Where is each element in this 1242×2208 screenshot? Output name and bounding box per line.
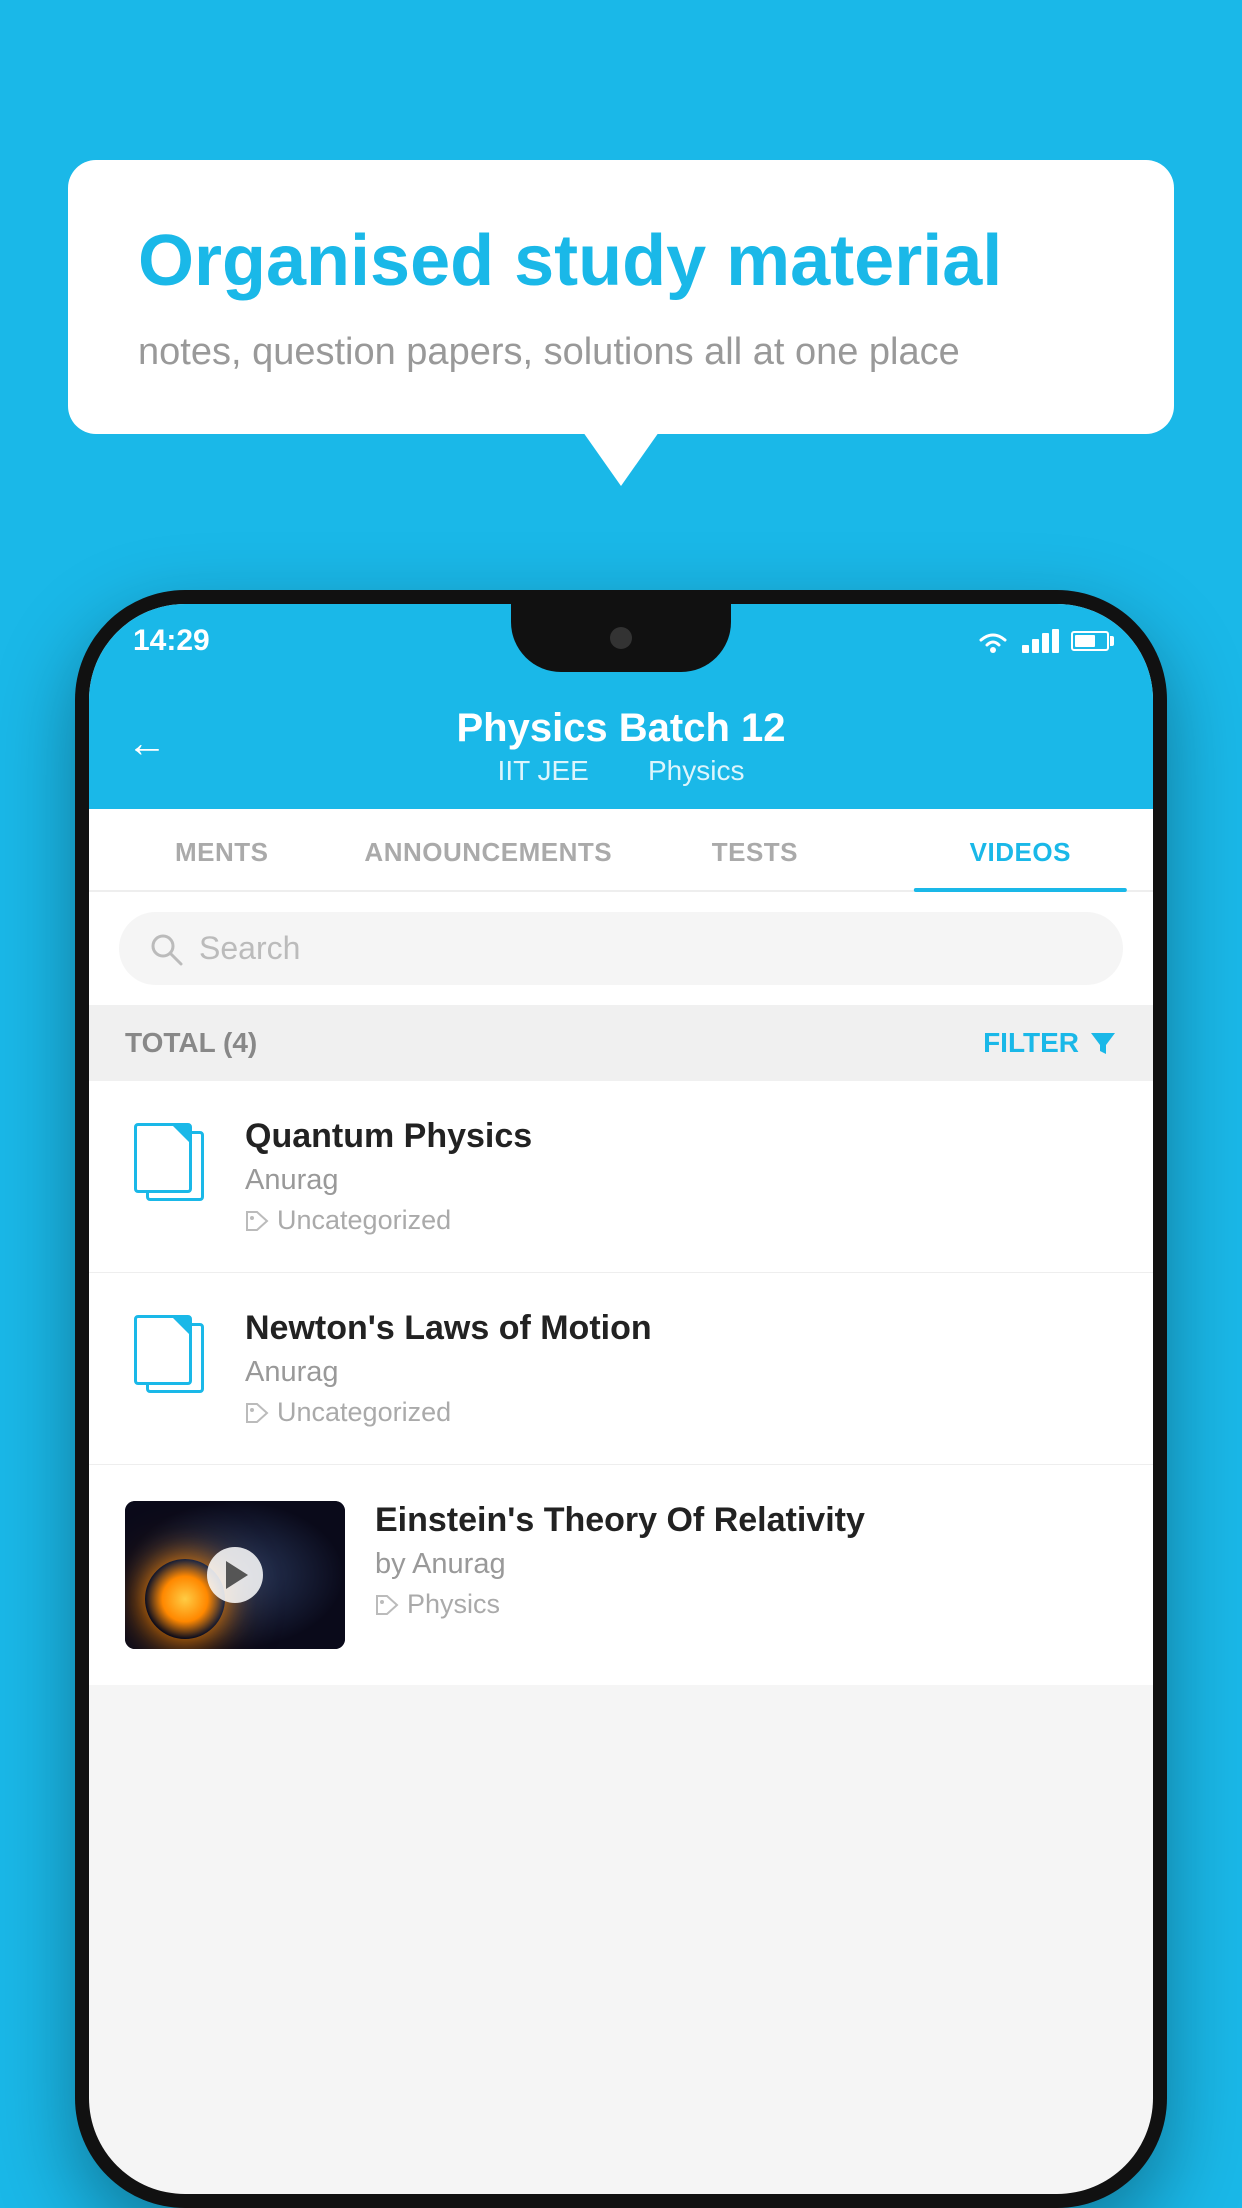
tag-label: Uncategorized xyxy=(277,1205,451,1236)
header-subtitle: IIT JEE Physics xyxy=(484,755,759,787)
tab-announcements[interactable]: ANNOUNCEMENTS xyxy=(354,809,622,890)
wifi-icon xyxy=(976,628,1010,654)
file-icon xyxy=(134,1315,206,1395)
item-tag: Physics xyxy=(375,1589,1117,1620)
header-tag1: IIT JEE xyxy=(498,755,589,786)
header-title: Physics Batch 12 xyxy=(456,706,785,751)
total-filter-bar: TOTAL (4) FILTER xyxy=(89,1005,1153,1081)
list-item[interactable]: Quantum Physics Anurag Uncategorized xyxy=(89,1081,1153,1273)
signal-icon xyxy=(1022,629,1059,653)
tag-label: Physics xyxy=(407,1589,500,1620)
search-bar-wrap: Search xyxy=(89,892,1153,1005)
item-author: Anurag xyxy=(245,1356,1117,1389)
play-button[interactable] xyxy=(207,1547,263,1603)
file-icon-wrap xyxy=(125,1123,215,1203)
file-icon xyxy=(134,1123,206,1203)
item-content: Newton's Laws of Motion Anurag Uncategor… xyxy=(245,1309,1117,1428)
item-title: Quantum Physics xyxy=(245,1117,1117,1156)
item-content: Einstein's Theory Of Relativity by Anura… xyxy=(375,1501,1117,1620)
speech-bubble-card: Organised study material notes, question… xyxy=(68,160,1174,434)
item-content: Quantum Physics Anurag Uncategorized xyxy=(245,1117,1117,1236)
app-header: ← Physics Batch 12 IIT JEE Physics xyxy=(89,678,1153,809)
tag-icon xyxy=(245,1210,269,1232)
search-placeholder: Search xyxy=(199,930,300,967)
item-title: Einstein's Theory Of Relativity xyxy=(375,1501,1117,1540)
bubble-subtitle: notes, question papers, solutions all at… xyxy=(138,331,1104,374)
filter-label: FILTER xyxy=(983,1027,1079,1059)
filter-icon xyxy=(1089,1030,1117,1056)
item-author: by Anurag xyxy=(375,1548,1117,1581)
back-button[interactable]: ← xyxy=(127,721,167,766)
file-icon-wrap xyxy=(125,1315,215,1395)
tab-tests[interactable]: TESTS xyxy=(622,809,887,890)
phone-screen: 14:29 xyxy=(89,604,1153,2194)
filter-button[interactable]: FILTER xyxy=(983,1027,1117,1059)
notch xyxy=(511,604,731,672)
item-tag: Uncategorized xyxy=(245,1397,1117,1428)
status-time: 14:29 xyxy=(133,624,210,658)
tag-icon xyxy=(245,1402,269,1424)
tab-videos[interactable]: VIDEOS xyxy=(888,809,1153,890)
status-bar: 14:29 xyxy=(89,604,1153,678)
phone-frame: 14:29 xyxy=(75,590,1167,2208)
bubble-title: Organised study material xyxy=(138,220,1104,303)
tag-icon xyxy=(375,1594,399,1616)
item-tag: Uncategorized xyxy=(245,1205,1117,1236)
video-thumbnail xyxy=(125,1501,345,1649)
header-tag2: Physics xyxy=(648,755,744,786)
item-author: Anurag xyxy=(245,1164,1117,1197)
tabs-bar: MENTS ANNOUNCEMENTS TESTS VIDEOS xyxy=(89,809,1153,892)
speech-bubble-section: Organised study material notes, question… xyxy=(68,160,1174,434)
search-icon xyxy=(149,932,183,966)
tab-ments[interactable]: MENTS xyxy=(89,809,354,890)
doc-front xyxy=(134,1123,192,1193)
video-list: Quantum Physics Anurag Uncategorized xyxy=(89,1081,1153,1685)
search-bar[interactable]: Search xyxy=(119,912,1123,985)
doc-front xyxy=(134,1315,192,1385)
play-triangle-icon xyxy=(226,1561,248,1589)
battery-icon xyxy=(1071,631,1109,651)
total-count: TOTAL (4) xyxy=(125,1027,257,1059)
camera xyxy=(610,627,632,649)
tag-label: Uncategorized xyxy=(277,1397,451,1428)
list-item[interactable]: Einstein's Theory Of Relativity by Anura… xyxy=(89,1465,1153,1685)
list-item[interactable]: Newton's Laws of Motion Anurag Uncategor… xyxy=(89,1273,1153,1465)
status-icons xyxy=(976,628,1109,654)
item-title: Newton's Laws of Motion xyxy=(245,1309,1117,1348)
